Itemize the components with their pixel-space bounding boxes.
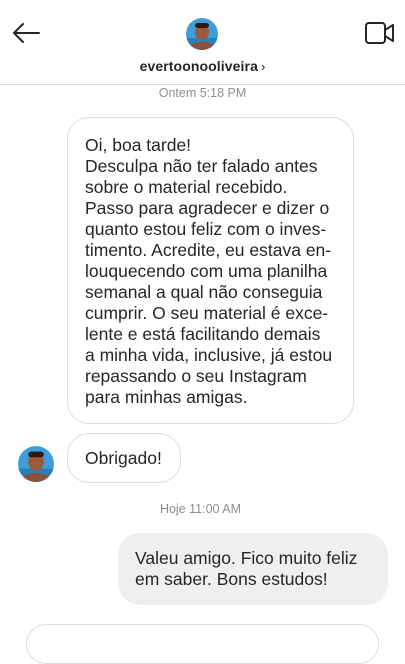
message-line: lente e está facilitando demais [85, 324, 321, 344]
message-bubble-incoming[interactable]: Obrigado! [67, 433, 181, 483]
timestamp-yesterday: Ontem 5:18 PM [158, 86, 247, 100]
message-line: Desculpa não ter falado antes [85, 156, 318, 176]
message-bubble-incoming[interactable]: Oi, boa tarde! Desculpa não ter falado a… [67, 117, 354, 424]
message-line: em saber. Bons estudos! [135, 569, 328, 589]
message-line: para minhas amigas. [85, 387, 248, 407]
chat-header: evertoonooliveira › [0, 0, 405, 85]
message-line: sobre o material recebido. [85, 177, 288, 197]
message-line: Passo para agradecer e dizer o [85, 198, 330, 218]
chevron-right-icon: › [260, 59, 266, 74]
message-line: quanto estou feliz com o inves- [85, 219, 327, 239]
video-camera-icon [365, 22, 394, 44]
message-composer[interactable] [26, 624, 379, 664]
arrow-left-icon [13, 23, 40, 43]
contact-avatar[interactable] [186, 18, 218, 50]
contact-username[interactable]: evertoonooliveira › [0, 58, 405, 74]
username-text: evertoonooliveira [139, 58, 258, 74]
message-line: semanal a qual não conseguia [85, 282, 323, 302]
message-bubble-outgoing[interactable]: Valeu amigo. Fico muito feliz em saber. … [118, 533, 388, 605]
message-line: cumprir. O seu material é exce- [85, 303, 329, 323]
message-line: a minha vida, inclusive, já estou [85, 345, 333, 365]
timestamp-today: Hoje 11:00 AM [159, 502, 242, 516]
video-call-button[interactable] [364, 19, 396, 47]
sender-avatar[interactable] [18, 446, 54, 482]
message-line: Valeu amigo. Fico muito feliz [135, 548, 358, 568]
message-line: timento. Acredite, eu estava en- [85, 240, 332, 260]
message-line: Oi, boa tarde! [85, 135, 192, 155]
message-line: louquecendo com uma planilha [85, 261, 328, 281]
message-line: Obrigado! [85, 448, 162, 468]
message-line: repassando o seu Instagram [85, 366, 307, 386]
back-button[interactable] [10, 18, 42, 48]
